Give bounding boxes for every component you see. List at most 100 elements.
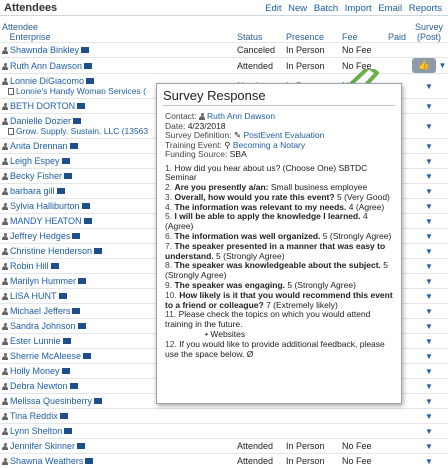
attendee-name[interactable]: Melissa Quesinberry <box>10 396 92 406</box>
col-presence[interactable]: Presence <box>284 22 340 43</box>
col-fee[interactable]: Fee <box>340 22 386 43</box>
contact-name[interactable]: Ruth Ann Dawson <box>207 111 275 121</box>
col-status[interactable]: Status <box>235 22 284 43</box>
row-menu-caret-icon[interactable]: ▼ <box>425 202 433 211</box>
attendee-name[interactable]: Jeffrey Hedges <box>10 231 70 241</box>
enterprise-name[interactable]: Grow. Supply. Sustain. LLC (13563 <box>16 126 148 136</box>
enterprise-name[interactable]: Lonnie's Handy Woman Services ( <box>16 86 146 96</box>
email-icon[interactable] <box>78 323 86 329</box>
row-menu-caret-icon[interactable]: ▼ <box>425 157 433 166</box>
row-menu-caret-icon[interactable]: ▼ <box>425 247 433 256</box>
survey-thumbs-up-icon[interactable]: 👍 <box>412 58 436 73</box>
training-event[interactable]: Becoming a Notary <box>233 140 305 150</box>
email-icon[interactable] <box>51 263 59 269</box>
col-survey[interactable]: Survey(Post) <box>410 22 448 43</box>
email-icon[interactable] <box>63 338 71 344</box>
row-menu-caret-icon[interactable]: ▼ <box>425 382 433 391</box>
edit-link[interactable]: Edit <box>265 3 281 14</box>
email-icon[interactable] <box>64 173 72 179</box>
email-icon[interactable] <box>73 118 81 124</box>
attendee-name[interactable]: Shawnda Binkley <box>10 45 79 55</box>
attendee-name[interactable]: Danielle Dozier <box>10 116 71 126</box>
table-row[interactable]: Shawnda BinkleyCanceledIn PersonNo Fee <box>0 43 448 58</box>
email-link[interactable]: Email <box>378 3 402 14</box>
new-link[interactable]: New <box>288 3 307 14</box>
attendee-name[interactable]: Anita Drennan <box>10 141 68 151</box>
table-row[interactable]: Jennifer SkinnerAttendedIn PersonNo Fee … <box>0 439 448 454</box>
email-icon[interactable] <box>60 413 68 419</box>
reports-link[interactable]: Reports <box>409 3 442 14</box>
row-menu-caret-icon[interactable]: ▼ <box>425 427 433 436</box>
row-menu-caret-icon[interactable]: ▼ <box>425 232 433 241</box>
attendee-name[interactable]: Holly Money <box>10 366 60 376</box>
row-menu-caret-icon[interactable]: ▼ <box>425 367 433 376</box>
email-icon[interactable] <box>84 63 92 69</box>
attendee-name[interactable]: MANDY HEATON <box>10 216 82 226</box>
attendee-name[interactable]: Ruth Ann Dawson <box>10 61 82 71</box>
email-icon[interactable] <box>72 233 80 239</box>
email-icon[interactable] <box>57 188 65 194</box>
email-icon[interactable] <box>70 383 78 389</box>
row-menu-caret-icon[interactable]: ▼ <box>425 322 433 331</box>
batch-link[interactable]: Batch <box>314 3 338 14</box>
email-icon[interactable] <box>77 443 85 449</box>
attendee-name[interactable]: Michael Jeffers <box>10 306 70 316</box>
email-icon[interactable] <box>94 398 102 404</box>
attendee-name[interactable]: Lonnie DiGiacomo <box>10 76 84 86</box>
email-icon[interactable] <box>82 203 90 209</box>
email-icon[interactable] <box>85 458 93 464</box>
table-row[interactable]: Tina Reddix ▼ <box>0 409 448 424</box>
row-menu-caret-icon[interactable]: ▼ <box>425 292 433 301</box>
attendee-name[interactable]: Christine Henderson <box>10 246 92 256</box>
attendee-name[interactable]: Shawna Weathers <box>10 456 83 466</box>
row-menu-caret-icon[interactable]: ▼ <box>425 277 433 286</box>
row-menu-caret-icon[interactable]: ▼ <box>425 217 433 226</box>
row-menu-caret-icon[interactable]: ▼ <box>425 352 433 361</box>
table-row[interactable]: Shawna WeathersAttendedIn PersonNo Fee ▼ <box>0 454 448 468</box>
survey-definition[interactable]: PostEvent Evaluation <box>244 130 325 140</box>
row-menu-caret-icon[interactable]: ▼ <box>425 262 433 271</box>
table-row[interactable]: Lynn Shelton ▼ <box>0 424 448 439</box>
email-icon[interactable] <box>84 218 92 224</box>
row-menu-caret-icon[interactable]: ▼ <box>425 397 433 406</box>
email-icon[interactable] <box>70 143 78 149</box>
row-menu-caret-icon[interactable]: ▼ <box>425 457 433 466</box>
row-menu-caret-icon[interactable]: ▼ <box>439 61 447 70</box>
attendee-name[interactable]: Tina Reddix <box>10 411 58 421</box>
attendee-name[interactable]: Leigh Espey <box>10 156 60 166</box>
attendee-name[interactable]: Robin Hill <box>10 261 49 271</box>
row-menu-caret-icon[interactable]: ▼ <box>425 142 433 151</box>
import-link[interactable]: Import <box>345 3 372 14</box>
col-paid[interactable]: Paid <box>386 22 410 43</box>
email-icon[interactable] <box>62 368 70 374</box>
row-menu-caret-icon[interactable]: ▼ <box>425 412 433 421</box>
attendee-name[interactable]: Marilyn Hummer <box>10 276 76 286</box>
email-icon[interactable] <box>72 308 80 314</box>
attendee-name[interactable]: Sandra Johnson <box>10 321 76 331</box>
row-menu-caret-icon[interactable]: ▼ <box>425 82 433 91</box>
email-icon[interactable] <box>77 103 85 109</box>
row-menu-caret-icon[interactable]: ▼ <box>425 307 433 316</box>
attendee-name[interactable]: barbara gill <box>10 186 55 196</box>
row-menu-caret-icon[interactable]: ▼ <box>425 442 433 451</box>
attendee-name[interactable]: LISA HUNT <box>10 291 57 301</box>
email-icon[interactable] <box>62 158 70 164</box>
attendee-name[interactable]: Jennifer Skinner <box>10 441 75 451</box>
attendee-name[interactable]: Ester Lunnie <box>10 336 61 346</box>
attendee-name[interactable]: Becky Fisher <box>10 171 62 181</box>
row-menu-caret-icon[interactable]: ▼ <box>425 187 433 196</box>
attendee-name[interactable]: Debra Newton <box>10 381 68 391</box>
email-icon[interactable] <box>81 47 89 53</box>
row-menu-caret-icon[interactable]: ▼ <box>425 337 433 346</box>
attendee-name[interactable]: Sherrie McAleese <box>10 351 81 361</box>
email-icon[interactable] <box>78 278 86 284</box>
email-icon[interactable] <box>59 293 67 299</box>
attendee-name[interactable]: Sylvia Halliburton <box>10 201 80 211</box>
row-menu-caret-icon[interactable]: ▼ <box>425 172 433 181</box>
email-icon[interactable] <box>64 428 72 434</box>
attendee-name[interactable]: BETH DORTON <box>10 101 75 111</box>
col-attendee[interactable]: Attendee Enterprise <box>0 22 235 43</box>
email-icon[interactable] <box>83 353 91 359</box>
row-menu-caret-icon[interactable]: ▼ <box>425 102 433 111</box>
email-icon[interactable] <box>86 78 94 84</box>
